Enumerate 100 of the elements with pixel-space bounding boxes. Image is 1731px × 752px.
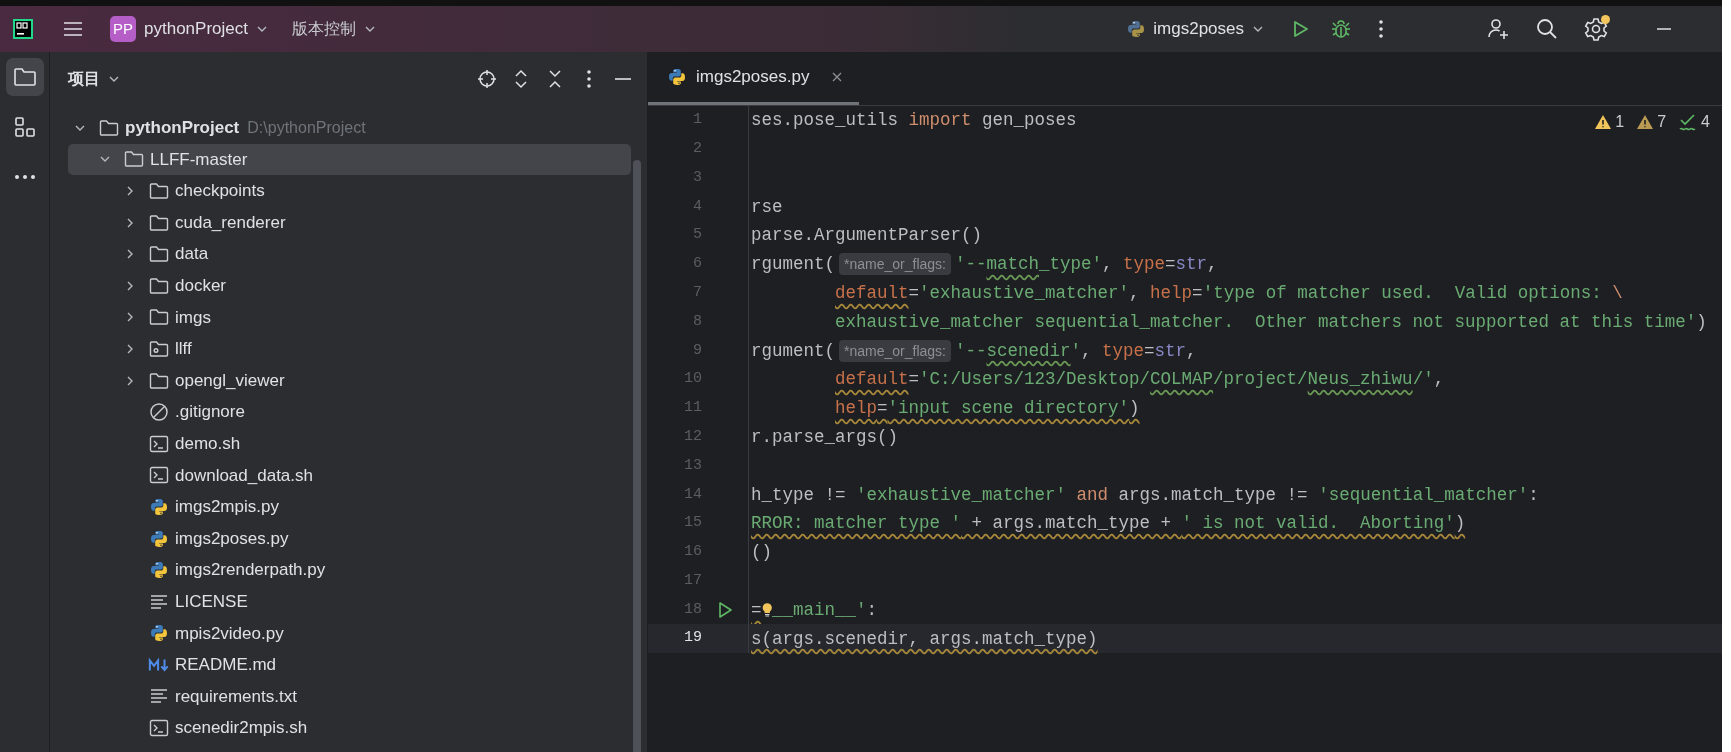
folder-icon — [148, 308, 170, 327]
hide-icon[interactable] — [613, 77, 633, 81]
code-text: ses.pose_utils import gen_poses — [751, 109, 1077, 133]
more-icon[interactable] — [1378, 19, 1384, 39]
panel-title[interactable]: 项目 — [68, 67, 120, 91]
settings-icon[interactable] — [1584, 17, 1608, 41]
folder-icon — [148, 182, 170, 200]
close-icon[interactable] — [831, 71, 844, 83]
project-selector[interactable]: PP pythonProject — [110, 16, 268, 42]
python-file-icon — [668, 68, 686, 86]
python-icon — [1127, 20, 1146, 38]
debug-icon[interactable] — [1330, 18, 1352, 40]
tree-item[interactable]: checkpoints — [68, 175, 631, 207]
line-number: 10 — [683, 369, 702, 390]
tool-window-button[interactable] — [5, 58, 44, 96]
tree-item[interactable]: imgs — [68, 301, 631, 334]
code-text: () — [751, 541, 772, 565]
code-text: rgument( — [751, 339, 835, 363]
terminal-file-icon — [148, 719, 170, 738]
typo-counter[interactable]: 4 — [1678, 110, 1710, 134]
code-text: parse.ArgumentParser() — [751, 224, 983, 248]
code-text: __main__': — [772, 598, 878, 622]
code-text: s(args.scenedir, args.match_type) — [751, 627, 1098, 651]
code-text: default='exhaustive_matcher', help='type of matcher used. Valid options: \ — [835, 282, 1623, 306]
tree-item[interactable]: mpis2video.py — [68, 617, 631, 650]
check-icon — [1678, 113, 1699, 131]
line-number: 11 — [683, 398, 702, 419]
scrollbar[interactable] — [633, 160, 641, 752]
code-text: r.parse_args() — [751, 426, 899, 450]
tree-item[interactable]: demo.sh — [68, 427, 631, 460]
add-user-icon[interactable] — [1486, 17, 1510, 41]
locate-icon[interactable] — [477, 69, 497, 89]
folder-icon — [148, 276, 170, 295]
tree-item[interactable]: imgs2renderpath.py — [68, 554, 631, 586]
tree-item[interactable]: imgs2mpis.py — [68, 491, 631, 523]
tree-item[interactable]: .gitignore — [68, 396, 631, 428]
code-text: rse — [751, 195, 783, 219]
python-file-icon — [148, 561, 170, 580]
code-text: = — [751, 598, 762, 622]
line-number: 4 — [692, 196, 702, 217]
more-icon[interactable] — [13, 174, 36, 180]
code-text: default='C:/Users/123/Desktop/COLMAP/project/Neus_zhiwu/', — [835, 368, 1445, 392]
line-number: 8 — [692, 311, 702, 332]
run-configuration[interactable]: imgs2poses — [1127, 16, 1264, 42]
project-path: D:\pythonProject — [247, 117, 366, 138]
search-icon[interactable] — [1536, 18, 1558, 40]
tree-item[interactable]: llff — [68, 333, 631, 365]
folder-icon — [98, 118, 120, 137]
folder-icon — [148, 213, 170, 232]
line-number: 19 — [683, 628, 702, 649]
terminal-file-icon — [148, 434, 170, 453]
line-number: 12 — [683, 426, 702, 447]
line-number: 3 — [692, 167, 702, 188]
terminal-file-icon — [148, 466, 170, 485]
tree-item[interactable]: docker — [68, 269, 631, 302]
tree-item[interactable]: opengl_viewer — [68, 364, 631, 397]
tree-item[interactable]: download_data.sh — [68, 459, 631, 492]
line-number: 16 — [683, 542, 702, 563]
line-number: 17 — [683, 570, 702, 591]
tree-item[interactable]: imgs2poses.py — [68, 522, 631, 555]
run-icon[interactable] — [717, 600, 733, 619]
error-counter[interactable]: 1 — [1594, 110, 1625, 134]
tree-item[interactable]: requirements.txt — [68, 680, 631, 713]
folder-icon — [148, 245, 170, 264]
package-folder-icon — [148, 339, 170, 358]
tree-item[interactable]: cuda_renderer — [68, 206, 631, 239]
python-file-icon — [148, 624, 170, 643]
ignore-file-icon — [148, 402, 170, 423]
line-number: 9 — [692, 340, 702, 361]
menu-icon[interactable] — [62, 20, 84, 38]
tree-item[interactable]: scenedir2mpis.sh — [68, 712, 631, 744]
code-text: '--scenedir', type=str, — [954, 339, 1197, 363]
line-number: 18 — [683, 599, 702, 620]
app-logo — [12, 18, 34, 40]
tree-item[interactable]: pythonProject D:\pythonProject — [68, 112, 631, 144]
project-badge: PP — [110, 16, 136, 42]
text-file-icon — [148, 592, 170, 611]
folder-icon[interactable] — [12, 66, 37, 88]
folder-icon — [123, 150, 145, 169]
code-text: h_type != 'exhaustive_matcher' and args.match_type != 'sequential_matcher': — [751, 483, 1539, 507]
parameter-hint: *name_or_flags: — [839, 253, 951, 276]
code-text: help='input scene directory') — [835, 397, 1140, 421]
minimize-icon[interactable] — [1656, 27, 1672, 31]
line-number: 13 — [683, 455, 702, 476]
code-text: '--match_type', type=str, — [954, 253, 1218, 277]
line-number: 1 — [692, 110, 702, 131]
tree-item[interactable]: README.md — [68, 649, 631, 681]
line-number: 6 — [692, 254, 702, 275]
warning-counter[interactable]: 7 — [1636, 110, 1667, 134]
line-number: 14 — [683, 484, 702, 505]
warning-icon — [1636, 114, 1655, 130]
python-file-icon — [148, 497, 170, 516]
tree-item[interactable]: LICENSE — [68, 585, 631, 618]
editor-tab[interactable]: imgs2poses.py — [648, 52, 860, 105]
line-number: 15 — [683, 513, 702, 534]
structure-icon[interactable] — [13, 116, 36, 138]
code-text: RROR: matcher type ' + args.match_type + ' is not valid. Aborting') — [751, 512, 1466, 536]
tree-item[interactable]: LLFF-master — [68, 143, 631, 176]
tree-item[interactable]: data — [68, 238, 631, 270]
vcs-menu[interactable]: 版本控制 — [291, 17, 376, 41]
